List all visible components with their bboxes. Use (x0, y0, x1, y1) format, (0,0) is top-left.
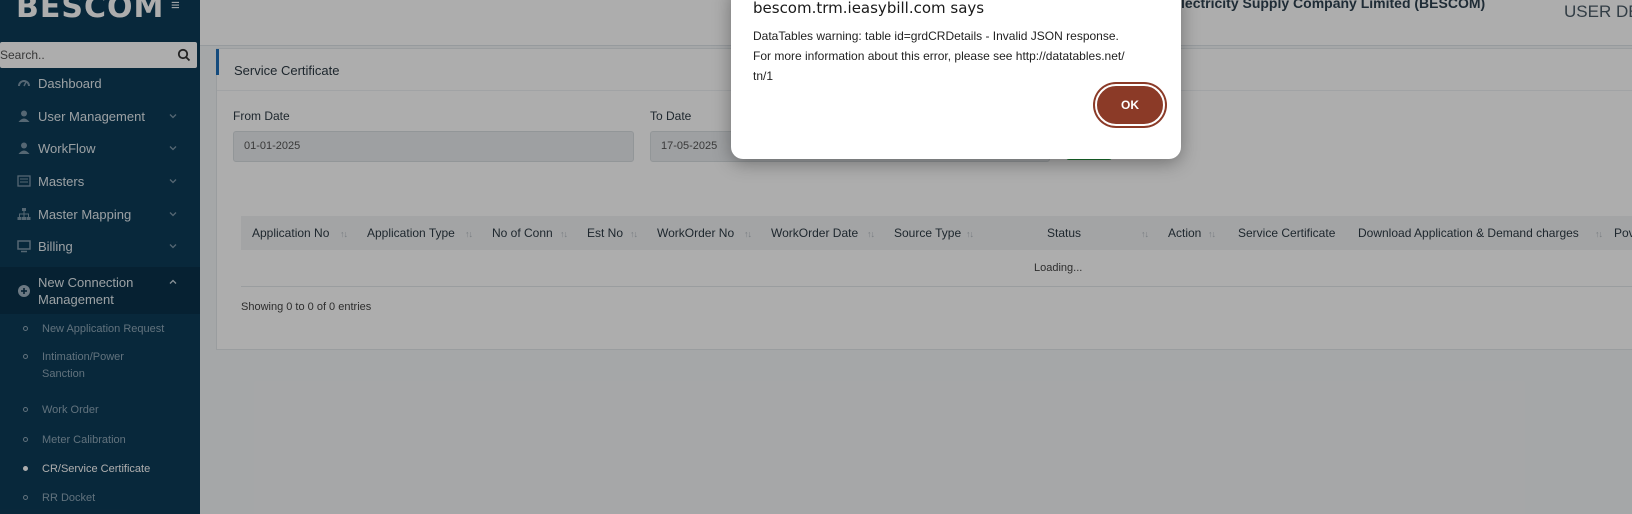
dialog-title: bescom.trm.ieasybill.com says (753, 0, 985, 17)
dialog-message-line2: For more information about this error, p… (753, 49, 1125, 63)
ok-button[interactable]: OK (1095, 84, 1165, 126)
dialog-message-line1: DataTables warning: table id=grdCRDetail… (753, 29, 1119, 43)
dialog-message: DataTables warning: table id=grdCRDetail… (753, 26, 1163, 86)
alert-dialog: bescom.trm.ieasybill.com says DataTables… (731, 0, 1181, 159)
dialog-message-line3: tn/1 (753, 69, 774, 83)
